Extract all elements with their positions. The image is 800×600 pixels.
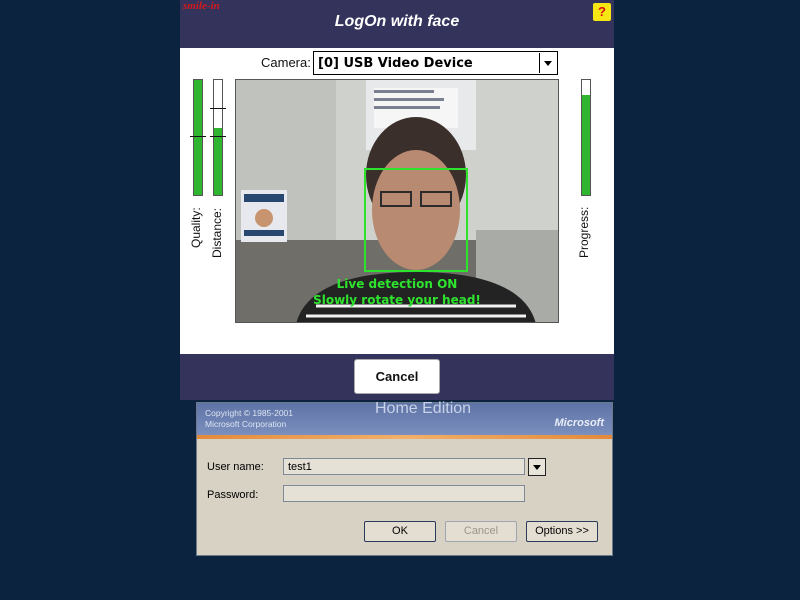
company-line: Microsoft Corporation <box>205 419 287 429</box>
quality-meter <box>190 79 206 196</box>
camera-panel: Camera: [0] USB Video Device Quality: Di… <box>180 48 614 354</box>
distance-meter <box>210 79 226 196</box>
camera-video-feed: Live detection ON Slowly rotate your hea… <box>235 79 559 323</box>
copyright-line: Copyright © 1985-2001 <box>205 408 294 418</box>
rotate-head-instruction: Slowly rotate your head! <box>313 293 481 307</box>
username-dropdown-button[interactable] <box>528 458 546 476</box>
live-detection-status: Live detection ON <box>336 277 458 291</box>
password-field[interactable] <box>283 485 525 502</box>
camera-select-value: [0] USB Video Device <box>318 56 473 71</box>
chevron-down-icon[interactable] <box>539 53 556 73</box>
logon-with-face-dialog: smile-in LogOn with face ? Camera: [0] U… <box>180 0 614 400</box>
cancel-button[interactable]: Cancel <box>354 359 440 394</box>
distance-label: Distance: <box>210 207 224 258</box>
microsoft-logo: Microsoft <box>554 417 605 429</box>
face-detection-box <box>364 168 468 272</box>
copyright-text: Copyright © 1985-2001 Microsoft Corporat… <box>205 408 293 430</box>
smile-in-logo: smile-in <box>183 0 220 12</box>
distance-mark-lower <box>210 136 226 137</box>
quality-meter-fill <box>194 80 202 195</box>
edition-text: Home Edition <box>375 400 472 417</box>
windows-cancel-button[interactable]: Cancel <box>445 521 517 542</box>
dialog-title: LogOn with face <box>334 13 460 30</box>
camera-label: Camera: <box>261 55 311 70</box>
ok-button[interactable]: OK <box>364 521 436 542</box>
options-button[interactable]: Options >> <box>526 521 598 542</box>
banner-stripe <box>197 435 612 439</box>
progress-meter <box>581 79 591 196</box>
camera-select[interactable]: [0] USB Video Device <box>313 51 558 75</box>
distance-mark-upper <box>210 108 226 109</box>
username-label: User name: <box>207 461 264 473</box>
progress-label: Progress: <box>577 206 591 258</box>
windows-banner: Copyright © 1985-2001 Microsoft Corporat… <box>197 400 612 435</box>
quality-label: Quality: <box>189 207 203 248</box>
username-field[interactable]: test1 <box>283 458 525 475</box>
password-label: Password: <box>207 489 259 501</box>
distance-meter-fill <box>214 128 222 195</box>
quality-threshold-mark <box>190 136 206 137</box>
progress-meter-fill <box>582 94 590 195</box>
help-icon[interactable]: ? <box>593 3 611 21</box>
windows-logon-dialog: Copyright © 1985-2001 Microsoft Corporat… <box>196 400 613 556</box>
